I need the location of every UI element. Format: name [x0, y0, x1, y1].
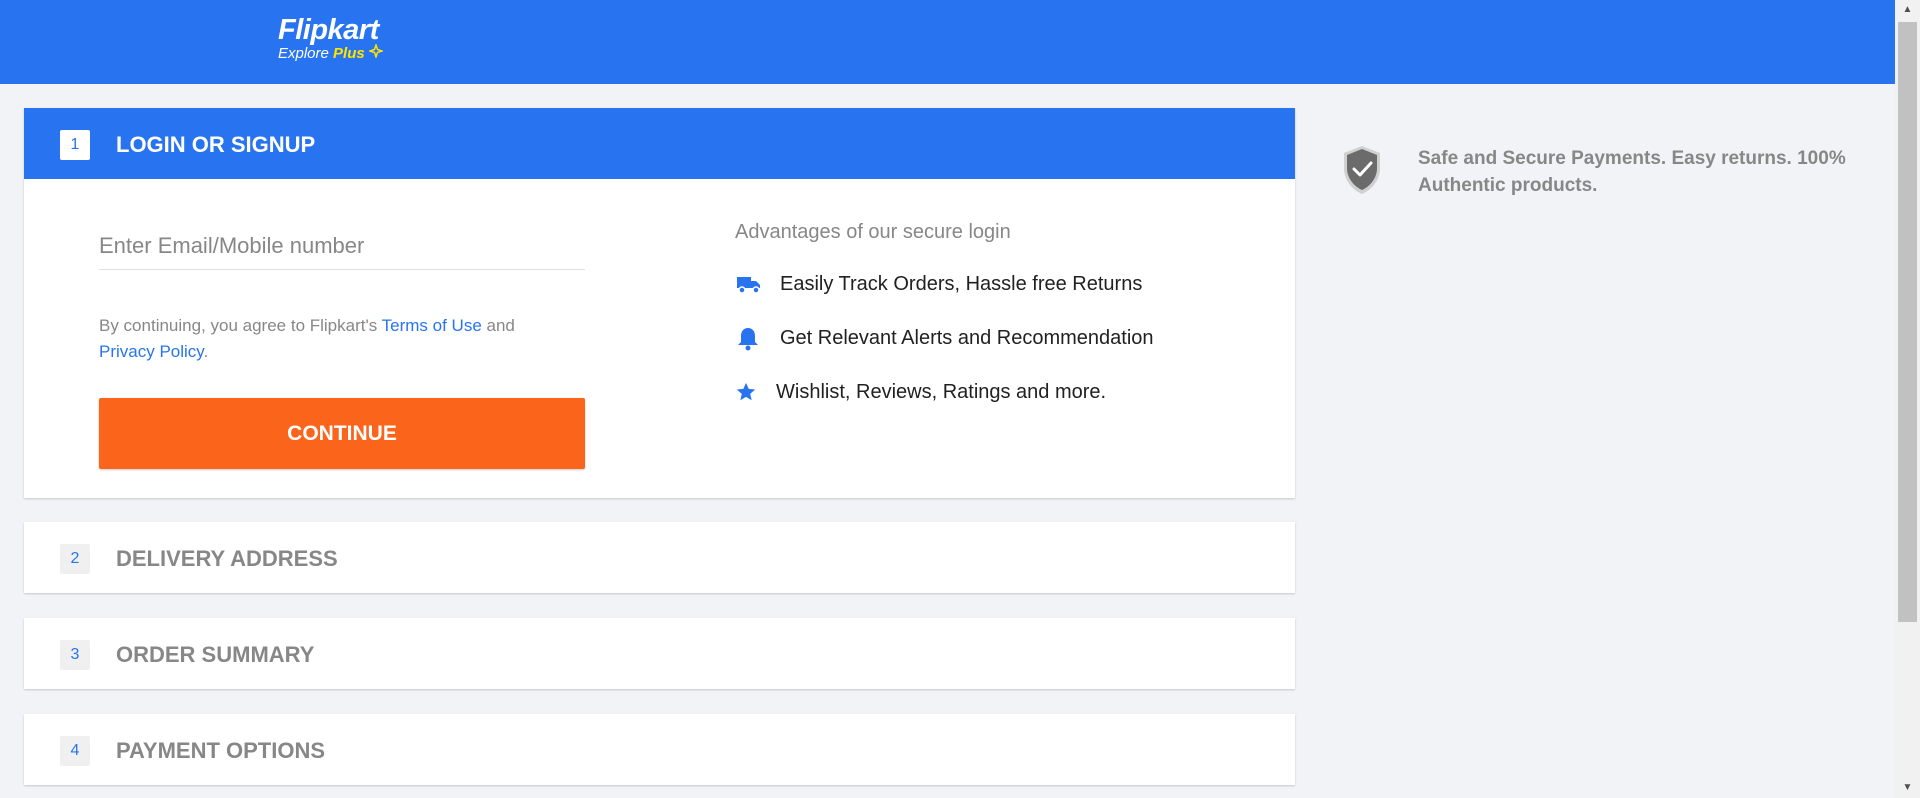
logo-title: Flipkart [278, 14, 379, 46]
top-header-bar: Flipkart Explore Plus [0, 0, 1895, 84]
payment-options-step-card[interactable]: 4 PAYMENT OPTIONS [24, 714, 1295, 785]
plus-star-icon [367, 42, 385, 61]
step-number: 4 [60, 736, 90, 766]
logo-plus: Plus [333, 45, 365, 62]
delivery-address-step-header: 2 DELIVERY ADDRESS [24, 522, 1295, 593]
advantages-title: Advantages of our secure login [735, 221, 1011, 243]
secure-payments-note: Safe and Secure Payments. Easy returns. … [1340, 144, 1860, 201]
advantage-label: Get Relevant Alerts and Recommendation [780, 326, 1154, 349]
terms-and: and [481, 316, 515, 335]
terms-suffix: . [203, 342, 209, 361]
logo-explore: Explore [278, 45, 329, 62]
star-icon [735, 379, 759, 405]
step-number: 2 [60, 544, 90, 574]
truck-icon [735, 271, 765, 297]
order-summary-step-card[interactable]: 3 ORDER SUMMARY [24, 618, 1295, 689]
step-number: 3 [60, 640, 90, 670]
advantage-item: Get Relevant Alerts and Recommendation [735, 325, 1154, 351]
bell-icon [735, 325, 765, 351]
shield-check-icon [1340, 144, 1384, 201]
delivery-address-step-card[interactable]: 2 DELIVERY ADDRESS [24, 522, 1295, 593]
terms-text: By continuing, you agree to Flipkart's T… [99, 313, 599, 365]
logo-subtitle: Explore Plus [278, 42, 408, 63]
order-summary-step-header: 3 ORDER SUMMARY [24, 618, 1295, 689]
step-number: 1 [60, 130, 90, 160]
login-step-header: 1 LOGIN OR SIGNUP [24, 108, 1295, 179]
terms-of-use-link[interactable]: Terms of Use [382, 316, 482, 335]
step-title: ORDER SUMMARY [116, 642, 315, 667]
payment-options-step-header: 4 PAYMENT OPTIONS [24, 714, 1295, 785]
email-mobile-input[interactable] [99, 223, 585, 270]
advantage-label: Easily Track Orders, Hassle free Returns [780, 272, 1143, 295]
login-body: By continuing, you agree to Flipkart's T… [24, 179, 1295, 498]
terms-prefix: By continuing, you agree to Flipkart's [99, 316, 382, 335]
privacy-policy-link[interactable]: Privacy Policy [99, 342, 204, 361]
secure-payments-text: Safe and Secure Payments. Easy returns. … [1418, 148, 1846, 196]
scrollbar-thumb[interactable] [1898, 22, 1917, 622]
flipkart-logo[interactable]: Flipkart Explore Plus [278, 14, 408, 63]
scroll-down-arrow-icon[interactable]: ▼ [1895, 778, 1920, 798]
step-title: DELIVERY ADDRESS [116, 546, 338, 571]
login-step-card: 1 LOGIN OR SIGNUP By continuing, you agr… [24, 108, 1295, 498]
step-title: LOGIN OR SIGNUP [116, 132, 316, 157]
advantage-label: Wishlist, Reviews, Ratings and more. [776, 380, 1107, 403]
page-scrollbar[interactable]: ▲ ▼ [1895, 0, 1920, 798]
scroll-up-arrow-icon[interactable]: ▲ [1895, 0, 1920, 20]
advantage-item: Wishlist, Reviews, Ratings and more. [735, 379, 1106, 405]
continue-button[interactable]: CONTINUE [99, 398, 585, 469]
step-title: PAYMENT OPTIONS [116, 738, 326, 763]
advantage-item: Easily Track Orders, Hassle free Returns [735, 271, 1142, 297]
